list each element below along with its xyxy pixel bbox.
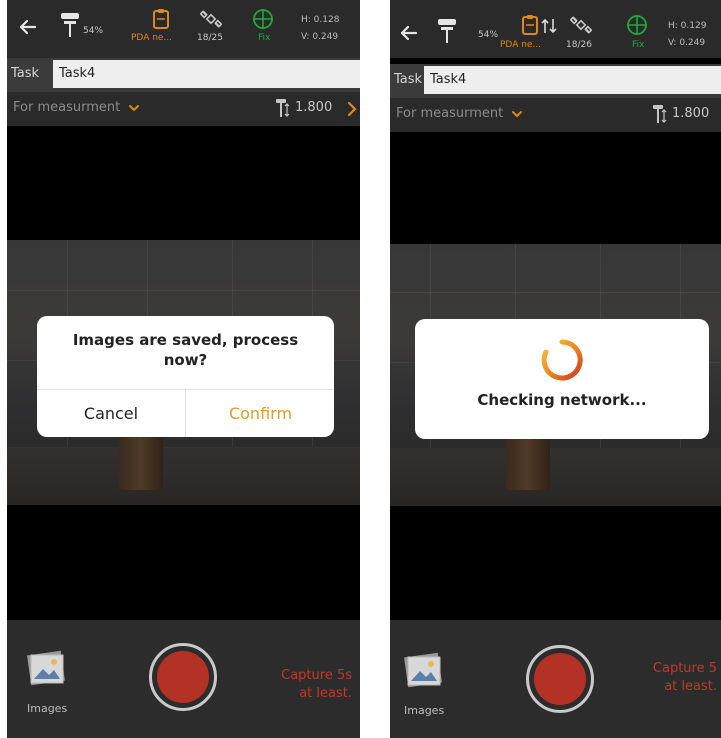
battery-level: 54% bbox=[83, 26, 104, 36]
gallery-icon[interactable] bbox=[25, 647, 69, 691]
antenna-height-value[interactable]: 1.800 bbox=[672, 106, 709, 121]
up-down-arrows-icon bbox=[541, 18, 557, 34]
mode-label: For measurment bbox=[13, 100, 121, 115]
precision-readout: H: 0.129 V: 0.249 bbox=[668, 18, 706, 52]
mode-selector[interactable]: For measurment bbox=[396, 106, 523, 121]
crosshair-globe-icon[interactable] bbox=[252, 8, 274, 30]
task-row: Task Task4 bbox=[390, 64, 721, 98]
clipboard-icon[interactable] bbox=[149, 8, 173, 30]
antenna-height-icon bbox=[653, 105, 667, 123]
capture-hint-line1: Capture 5 bbox=[652, 661, 717, 676]
mode-selector[interactable]: For measurment bbox=[13, 100, 140, 115]
confirm-button[interactable]: Confirm bbox=[187, 390, 334, 437]
checking-network-text: Checking network... bbox=[477, 391, 647, 409]
chevron-down-icon bbox=[512, 110, 523, 117]
images-label: Images bbox=[27, 702, 68, 715]
record-button[interactable] bbox=[149, 643, 217, 711]
fix-status: Fix bbox=[258, 33, 271, 43]
gallery-icon[interactable] bbox=[402, 649, 446, 693]
loading-dialog: Checking network... bbox=[415, 319, 709, 439]
gnss-pole-icon[interactable] bbox=[436, 18, 458, 44]
antenna-height-icon bbox=[276, 99, 290, 117]
pda-network-label: PDA ne... bbox=[131, 33, 173, 43]
satellite-count: 18/26 bbox=[566, 40, 592, 50]
v-precision: V: 0.249 bbox=[668, 38, 706, 48]
arrow-left-icon[interactable] bbox=[394, 18, 424, 48]
battery-level: 54% bbox=[478, 30, 499, 40]
h-precision: H: 0.129 bbox=[668, 21, 707, 31]
phone-screen-right: 54% PDA ne... 18/26 Fix H: 0.129 V: 0.24… bbox=[390, 0, 721, 738]
v-precision: V: 0.249 bbox=[301, 32, 339, 42]
images-label: Images bbox=[404, 704, 445, 717]
satellite-icon[interactable] bbox=[200, 8, 222, 30]
status-bar: 54% PDA ne... 18/26 Fix H: 0.129 V: 0.24… bbox=[390, 0, 721, 58]
cancel-button[interactable]: Cancel bbox=[37, 390, 186, 437]
capture-hint-line1: Capture 5s bbox=[281, 668, 352, 683]
capture-hint: Capture 5 at least. bbox=[653, 660, 717, 696]
mode-label: For measurment bbox=[396, 106, 504, 121]
arrow-left-icon[interactable] bbox=[13, 12, 43, 42]
capture-hint-line2: at least. bbox=[299, 686, 352, 701]
clipboard-icon[interactable] bbox=[518, 14, 542, 36]
satellite-count: 18/25 bbox=[197, 33, 223, 43]
mode-row: For measurment 1.800 bbox=[7, 92, 360, 126]
capture-hint: Capture 5s at least. bbox=[281, 667, 352, 703]
dialog-message: Images are saved, process now? bbox=[72, 331, 299, 369]
pda-network-label: PDA ne... bbox=[500, 40, 542, 50]
chevron-down-icon bbox=[129, 104, 140, 111]
phone-screen-left: 54% PDA ne... 18/25 Fix H: 0.128 V: 0.24… bbox=[7, 0, 360, 738]
gnss-pole-icon[interactable] bbox=[59, 12, 81, 38]
task-name-field[interactable]: Task4 bbox=[424, 66, 721, 94]
record-button[interactable] bbox=[526, 645, 594, 713]
record-dot bbox=[534, 653, 586, 705]
task-row: Task Task4 bbox=[7, 58, 360, 92]
capture-hint-line2: at least. bbox=[664, 679, 717, 694]
process-dialog: Images are saved, process now? Cancel Co… bbox=[37, 316, 334, 437]
record-dot bbox=[157, 651, 209, 703]
task-name-field[interactable]: Task4 bbox=[53, 60, 360, 88]
mode-row: For measurment 1.800 bbox=[390, 98, 721, 132]
antenna-height-value[interactable]: 1.800 bbox=[295, 100, 332, 115]
fix-status: Fix bbox=[632, 40, 645, 50]
capture-bar: Images Capture 5 at least. bbox=[390, 620, 721, 738]
loading-spinner-icon bbox=[541, 339, 583, 381]
status-bar: 54% PDA ne... 18/25 Fix H: 0.128 V: 0.24… bbox=[7, 0, 360, 58]
dialog-buttons: Cancel Confirm bbox=[37, 389, 334, 437]
crosshair-globe-icon[interactable] bbox=[626, 14, 648, 36]
capture-bar: Images Capture 5s at least. bbox=[7, 620, 360, 738]
task-label: Task bbox=[11, 66, 40, 81]
satellite-icon[interactable] bbox=[570, 14, 592, 36]
h-precision: H: 0.128 bbox=[301, 15, 340, 25]
task-label: Task bbox=[394, 72, 423, 87]
chevron-right-icon[interactable] bbox=[347, 100, 357, 118]
precision-readout: H: 0.128 V: 0.249 bbox=[301, 12, 339, 46]
